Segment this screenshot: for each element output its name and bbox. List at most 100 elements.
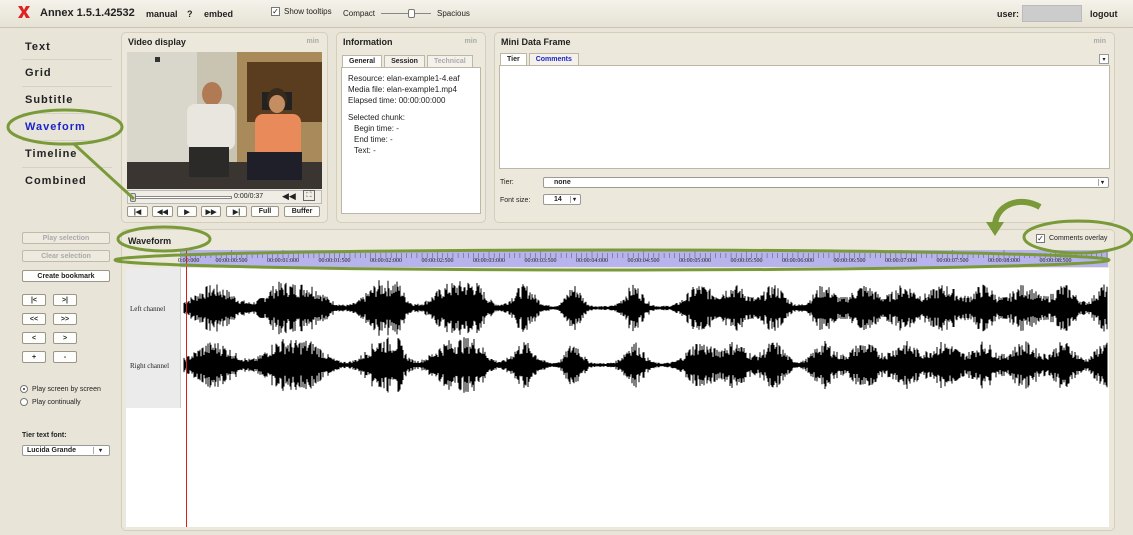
play-selection-button[interactable]: Play selection — [22, 232, 110, 244]
chevron-down-icon: ▾ — [570, 196, 578, 203]
selected-chunk-heading: Selected chunk: — [348, 113, 405, 122]
begin-time-text: Begin time: - — [354, 124, 399, 133]
logout-link[interactable]: logout — [1090, 9, 1118, 19]
font-size-label: Font size: — [500, 197, 531, 204]
chevron-down-icon: ▾ — [1098, 179, 1106, 186]
manual-link[interactable]: manual — [146, 9, 178, 19]
rewind-button[interactable]: ◀◀ — [152, 206, 173, 217]
page-back-button[interactable]: << — [22, 313, 46, 325]
ruler-label: 00:00:02:500 — [421, 258, 454, 264]
ruler-label: 00:00:01:000 — [267, 258, 300, 264]
font-size-select[interactable]: 14 ▾ — [543, 194, 581, 205]
tabs-dropdown-icon[interactable]: ▾ — [1099, 54, 1109, 64]
clear-selection-button[interactable]: Clear selection — [22, 250, 110, 262]
top-bar: Annex 1.5.1.42532 manual ? embed ✓ Show … — [0, 0, 1133, 28]
nav-divider — [22, 167, 112, 168]
checkbox-checked-icon[interactable]: ✓ — [1036, 234, 1045, 243]
mini-data-frame-title: Mini Data Frame — [501, 37, 571, 47]
play-continually-label: Play continually — [32, 398, 81, 406]
radio-unselected-icon[interactable] — [20, 398, 28, 406]
create-bookmark-button[interactable]: Create bookmark — [22, 270, 110, 282]
compact-label: Compact — [343, 9, 376, 18]
waveform-trace — [183, 280, 1108, 336]
seek-track[interactable] — [132, 196, 232, 199]
jump-start-button[interactable]: |< — [22, 294, 46, 306]
tier-select-value: none — [554, 179, 571, 186]
radio-selected-icon[interactable] — [20, 385, 28, 393]
slider-knob[interactable] — [408, 9, 416, 18]
font-size-value: 14 — [554, 196, 562, 203]
elapsed-time-text: Elapsed time: 00:00:00:000 — [348, 96, 446, 105]
nav-divider — [22, 140, 112, 141]
seek-knob[interactable] — [130, 193, 136, 202]
show-tooltips-toggle[interactable]: ✓ Show tooltips — [271, 7, 332, 16]
density-slider[interactable] — [381, 9, 432, 18]
waveform-area[interactable] — [126, 268, 1109, 527]
waveform-canvas — [183, 280, 1108, 393]
nav-divider — [22, 86, 112, 87]
tab-tier[interactable]: Tier — [500, 53, 527, 65]
ruler-label: 00:00:07:000 — [885, 258, 918, 264]
volume-icon[interactable]: ◀◀ — [282, 191, 296, 202]
end-time-text: End time: - — [354, 135, 393, 144]
ruler-label: 00:00:05:500 — [730, 258, 763, 264]
play-button[interactable]: ▶ — [177, 206, 197, 217]
tier-font-select[interactable]: Lucida Grande ▾ — [22, 445, 110, 456]
go-to-end-button[interactable]: ▶| — [226, 206, 247, 217]
information-min-button[interactable]: min — [465, 38, 477, 45]
media-file-text: Media file: elan-example1.mp4 — [348, 85, 457, 94]
nav-item-text[interactable]: Text — [25, 41, 51, 53]
tab-technical[interactable]: Technical — [426, 55, 473, 67]
zoom-in-button[interactable]: + — [22, 351, 46, 363]
tier-select[interactable]: none ▾ — [543, 177, 1109, 188]
help-link[interactable]: ? — [187, 9, 193, 19]
ruler-label: 00:00:05:000 — [679, 258, 712, 264]
show-tooltips-label: Show tooltips — [284, 7, 332, 16]
step-back-button[interactable]: < — [22, 332, 46, 344]
ruler-label: 00:00:08:000 — [988, 258, 1021, 264]
information-content: Resource: elan-example1-4.eaf Media file… — [341, 67, 481, 214]
nav-item-grid[interactable]: Grid — [25, 67, 52, 79]
tab-session[interactable]: Session — [384, 55, 425, 67]
zoom-out-button[interactable]: - — [53, 351, 77, 363]
playhead-cursor[interactable] — [186, 250, 187, 527]
full-button[interactable]: Full — [251, 206, 279, 217]
tab-comments[interactable]: Comments — [528, 53, 579, 65]
ruler-label: 00:00:01:500 — [318, 258, 351, 264]
video-min-button[interactable]: min — [307, 38, 319, 45]
go-to-start-button[interactable]: |◀ — [127, 206, 148, 217]
play-screen-radio[interactable]: Play screen by screen — [20, 385, 101, 393]
jump-end-button[interactable]: >| — [53, 294, 77, 306]
ruler-label: 00:00:07:500 — [936, 258, 969, 264]
play-continually-radio[interactable]: Play continually — [20, 398, 81, 406]
user-label: user: — [997, 9, 1020, 19]
nav-item-subtitle[interactable]: Subtitle — [25, 94, 73, 106]
nav-item-timeline[interactable]: Timeline — [25, 148, 77, 160]
ruler-label: 00:00:08:500 — [1039, 258, 1072, 264]
tab-general[interactable]: General — [342, 55, 383, 67]
spacious-label: Spacious — [437, 9, 470, 18]
video-time-readout: 0:00/0:37 — [234, 193, 264, 200]
buffer-button[interactable]: Buffer — [284, 206, 320, 217]
checkbox-checked-icon[interactable]: ✓ — [271, 7, 280, 16]
mini-data-frame-tabs: Tier Comments — [500, 53, 579, 65]
tier-label: Tier: — [500, 179, 514, 186]
video-frame[interactable] — [127, 52, 322, 189]
fullscreen-icon[interactable]: ⛶ — [303, 190, 315, 201]
page-forward-button[interactable]: >> — [53, 313, 77, 325]
information-panel-title: Information — [343, 37, 393, 47]
nav-item-combined[interactable]: Combined — [25, 175, 87, 187]
ruler-label: 0:00:000 — [178, 258, 200, 264]
ruler-label: 00:00:02:000 — [370, 258, 403, 264]
fast-forward-button[interactable]: ▶▶ — [201, 206, 221, 217]
ruler-ticks — [179, 250, 1108, 258]
mini-data-frame-min-button[interactable]: min — [1094, 38, 1106, 45]
embed-link[interactable]: embed — [204, 9, 233, 19]
nav-item-waveform[interactable]: Waveform — [25, 121, 86, 133]
step-forward-button[interactable]: > — [53, 332, 77, 344]
comments-overlay-toggle[interactable]: ✓ Comments overlay — [1036, 234, 1107, 243]
annex-logo-icon — [18, 6, 30, 18]
mini-data-frame-content — [499, 65, 1110, 169]
ruler-label: 00:00:06:500 — [833, 258, 866, 264]
channel-label-column — [126, 268, 181, 408]
